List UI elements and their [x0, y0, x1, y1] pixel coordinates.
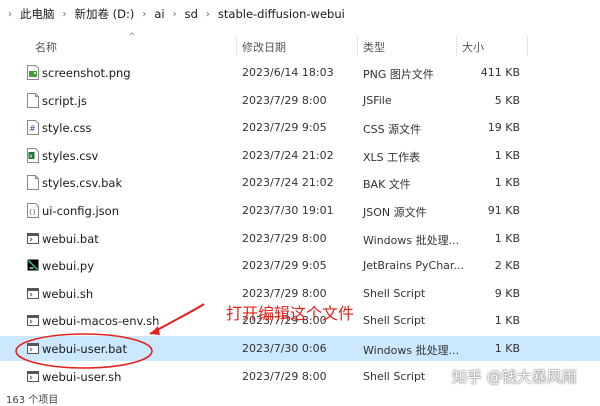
file-size: 19 KB	[487, 121, 520, 135]
file-row[interactable]: screenshot.png 2023/6/14 18:03 PNG 图片文件 411…	[0, 60, 600, 85]
file-name: webui.py	[42, 259, 95, 274]
file-date: 2023/7/29 8:00	[242, 369, 327, 383]
file-name: webui-macos-env.sh	[42, 314, 160, 329]
chevron-right-icon: ›	[142, 8, 147, 20]
file-name: ui-config.json	[42, 204, 119, 218]
file-row[interactable]: {} ui-config.json 2023/7/30 19:01 JSON 源文件 9…	[0, 198, 600, 223]
script-file-icon	[27, 92, 39, 108]
column-divider[interactable]	[527, 36, 528, 56]
file-name: styles.csv	[42, 148, 99, 163]
file-type: Shell Script	[363, 369, 426, 383]
chevron-right-icon: ›	[172, 8, 177, 20]
column-header-size[interactable]: 大小	[462, 39, 484, 55]
file-date: 2023/7/29 8:00	[242, 93, 327, 107]
shell-file-icon	[27, 286, 39, 301]
file-type: JSFile	[363, 93, 392, 107]
file-size: 2 KB	[494, 259, 520, 273]
file-row[interactable]: styles.csv.bak 2023/7/24 21:02 BAK 文件 1 KB	[0, 170, 600, 195]
file-row[interactable]: x styles.csv 2023/7/24 21:02 XLS 工作表 1 KB	[0, 143, 600, 168]
file-type: JetBrains PyChar...	[363, 259, 464, 273]
svg-text:#: #	[29, 124, 36, 133]
file-name: webui-user.bat	[42, 342, 127, 356]
file-name: script.js	[42, 93, 87, 108]
sort-ascending-icon: ^	[128, 32, 136, 42]
file-size: 1 KB	[494, 176, 520, 190]
svg-text:{}: {}	[29, 209, 36, 216]
css-file-icon: #	[27, 120, 39, 136]
file-date: 2023/7/30 0:06	[242, 342, 327, 355]
file-date: 2023/7/29 8:00	[242, 231, 327, 245]
file-type: Windows 批处理...	[363, 344, 460, 357]
file-row[interactable]: webui.py 2023/7/29 9:05 JetBrains PyChar..…	[0, 253, 600, 278]
file-name: webui-user.sh	[42, 369, 122, 384]
chevron-right-icon: ›	[62, 8, 67, 20]
annotation-text: 打开编辑这个文件	[226, 304, 355, 323]
file-name: webui.bat	[42, 231, 99, 246]
shell-file-icon	[27, 313, 39, 328]
column-divider[interactable]	[357, 36, 358, 56]
file-row[interactable]: script.js 2023/7/29 8:00 JSFile 5 KB	[0, 88, 600, 113]
file-size: 1 KB	[494, 148, 520, 162]
column-header-date[interactable]: 修改日期	[242, 39, 286, 55]
file-size: 1 KB	[494, 314, 520, 328]
file-name: styles.csv.bak	[42, 176, 123, 191]
column-divider[interactable]	[456, 36, 457, 56]
file-type: CSS 源文件	[363, 123, 422, 137]
python-file-icon	[27, 258, 39, 273]
file-date: 2023/7/24 21:02	[242, 148, 334, 162]
batch-file-icon	[27, 231, 39, 246]
file-row[interactable]: webui.bat 2023/7/29 8:00 Windows 批处理... 1 K…	[0, 226, 600, 251]
file-date: 2023/7/30 19:01	[242, 204, 334, 217]
file-size: 5 KB	[494, 93, 520, 107]
column-header-row: ^ 名称 修改日期 类型 大小	[0, 32, 600, 58]
file-row[interactable]: webui-user.bat 2023/7/30 0:06 Windows 批处理.…	[0, 336, 600, 361]
address-bar[interactable]: › 此电脑 › 新加卷 (D:) › ai › sd › stable-diff…	[0, 0, 600, 28]
watermark: 知乎 @钱大暴风雨	[452, 368, 577, 386]
file-name: screenshot.png	[42, 66, 131, 80]
spreadsheet-file-icon: x	[27, 147, 39, 163]
file-size: 9 KB	[494, 286, 520, 300]
file-size: 91 KB	[487, 204, 520, 217]
chevron-right-icon: ›	[205, 8, 210, 20]
shell-file-icon	[27, 369, 39, 384]
file-date: 2023/7/29 9:05	[242, 121, 327, 135]
breadcrumb-sd[interactable]: sd	[185, 7, 198, 21]
file-type: Shell Script	[363, 286, 426, 300]
batch-file-icon	[27, 341, 39, 356]
json-file-icon: {}	[27, 203, 39, 218]
column-header-name[interactable]: 名称	[35, 39, 57, 55]
file-name: style.css	[42, 121, 92, 136]
column-header-type[interactable]: 类型	[363, 39, 385, 55]
chevron-right-icon: ›	[8, 8, 12, 20]
file-size: 1 KB	[494, 342, 520, 355]
file-type: XLS 工作表	[363, 150, 421, 164]
status-bar: 163 个项目	[0, 390, 600, 406]
svg-text:x: x	[30, 153, 33, 159]
file-type: PNG 图片文件	[363, 68, 434, 81]
file-type: BAK 文件	[363, 178, 411, 192]
file-row[interactable]: # style.css 2023/7/29 9:05 CSS 源文件 19 KB	[0, 115, 600, 140]
breadcrumb-ai[interactable]: ai	[154, 7, 164, 21]
file-size: 411 KB	[480, 66, 520, 79]
file-date: 2023/7/29 8:00	[242, 286, 327, 300]
column-divider[interactable]	[236, 36, 237, 56]
breadcrumb-drive[interactable]: 新加卷 (D:)	[75, 6, 135, 22]
file-date: 2023/6/14 18:03	[242, 66, 334, 79]
file-size: 1 KB	[494, 231, 520, 245]
item-count: 163 个项目	[6, 395, 59, 406]
breadcrumb-current[interactable]: stable-diffusion-webui	[218, 7, 345, 21]
file-name: webui.sh	[42, 286, 94, 301]
file-type: Windows 批处理...	[363, 233, 460, 247]
file-date: 2023/7/29 9:05	[242, 259, 327, 273]
image-file-icon	[27, 65, 39, 80]
generic-file-icon	[27, 175, 39, 191]
file-type: Shell Script	[363, 314, 426, 328]
file-date: 2023/7/24 21:02	[242, 176, 334, 190]
breadcrumb-this-pc[interactable]: 此电脑	[20, 6, 55, 22]
file-type: JSON 源文件	[363, 206, 427, 219]
